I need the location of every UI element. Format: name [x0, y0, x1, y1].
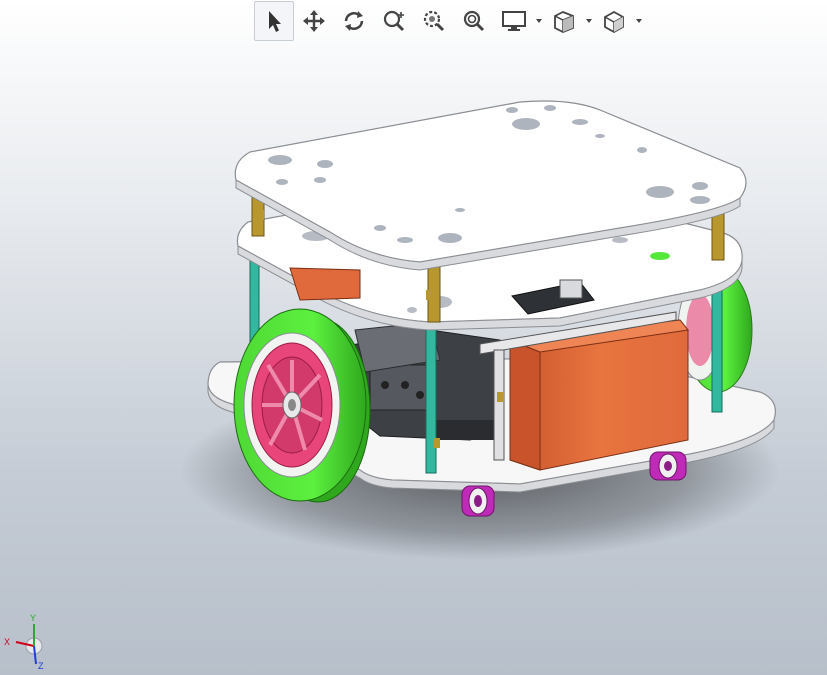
zoom-in-out-icon — [463, 10, 485, 32]
triad-x-label: X — [4, 637, 10, 647]
rotate-icon — [344, 11, 364, 31]
chevron-down-icon — [636, 19, 642, 23]
zoom-to-area-icon — [423, 10, 445, 32]
select-arrow-icon — [269, 11, 281, 32]
coordinate-triad: X Y Z — [4, 613, 44, 670]
triad-z-label: Z — [38, 661, 44, 670]
tool-display-style — [494, 1, 544, 41]
caster-front — [461, 485, 495, 517]
zoom-to-fit-icon — [383, 10, 405, 32]
display-monitor-icon — [502, 11, 526, 31]
orange-bracket — [289, 267, 361, 301]
wheel-left — [233, 308, 371, 503]
pan-icon — [303, 10, 325, 32]
rotate-button[interactable] — [334, 1, 374, 41]
tool-section-view — [544, 1, 594, 41]
bracket-hole — [381, 381, 389, 389]
tool-zoom-in-out — [454, 1, 494, 41]
triad-y-label: Y — [30, 613, 36, 623]
section-view-dropdown-caret[interactable] — [584, 1, 594, 41]
motor-bracket — [369, 364, 431, 411]
tool-zoom-to-area — [414, 1, 454, 41]
pan-button[interactable] — [294, 1, 334, 41]
zoom-in-out-button[interactable] — [454, 1, 494, 41]
view-orientation-button[interactable] — [594, 1, 634, 41]
robot-chassis-model[interactable] — [0, 0, 827, 675]
section-view-button[interactable] — [544, 1, 584, 41]
section-view-icon — [554, 11, 574, 33]
chevron-down-icon — [536, 19, 542, 23]
tool-zoom-to-fit — [374, 1, 414, 41]
caster-rear — [649, 451, 687, 481]
tool-rotate — [334, 1, 374, 41]
display-style-button[interactable] — [494, 1, 534, 41]
select-button[interactable] — [254, 1, 294, 41]
tool-pan — [294, 1, 334, 41]
view-cube-icon — [604, 10, 624, 34]
tool-select — [254, 1, 294, 41]
view-orientation-dropdown-caret[interactable] — [634, 1, 644, 41]
bracket-hole — [416, 391, 424, 399]
zoom-to-fit-button[interactable] — [374, 1, 414, 41]
zoom-to-area-button[interactable] — [414, 1, 454, 41]
chevron-down-icon — [586, 19, 592, 23]
bracket-hole — [401, 381, 409, 389]
cad-viewport[interactable]: X Y Z — [0, 0, 827, 675]
tool-view-orientation — [594, 1, 644, 41]
motor-mount-plate — [436, 420, 496, 440]
heads-up-view-toolbar — [254, 0, 644, 42]
display-style-dropdown-caret[interactable] — [534, 1, 544, 41]
